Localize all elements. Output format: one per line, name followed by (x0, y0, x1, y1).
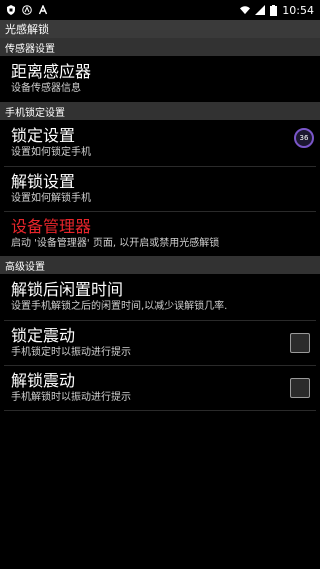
pref-title: 解锁震动 (11, 371, 76, 390)
signal-icon (255, 5, 266, 15)
app-title: 光感解锁 (5, 23, 49, 36)
section-header-advanced: 高级设置 (0, 256, 320, 274)
pref-title: 距离感应器 (11, 62, 92, 81)
pref-summary: 设置如何解锁手机 (11, 193, 91, 204)
status-bar: 10:54 (0, 0, 320, 20)
pref-title: 解锁设置 (11, 172, 76, 191)
pref-unlock-vibrate[interactable]: 解锁震动 手机解锁时以振动进行提示 (0, 366, 320, 410)
status-time: 10:54 (282, 3, 314, 17)
pref-lock-settings[interactable]: 锁定设置 设置如何锁定手机 36 (0, 120, 320, 166)
pref-summary: 启动 '设备管理器' 页面, 以开启或禁用光感解锁 (11, 238, 220, 249)
shield-icon (7, 5, 15, 15)
app-title-bar: 光感解锁 (0, 20, 320, 38)
pref-title: 解锁后闲置时间 (11, 280, 124, 299)
section-header-label: 高级设置 (5, 261, 45, 273)
pref-summary: 设置手机解锁之后的闲置时间,以减少误解锁几率. (11, 301, 228, 312)
unlock-vibrate-checkbox[interactable] (290, 378, 310, 398)
pref-summary: 设备传感器信息 (11, 83, 81, 94)
pref-lock-vibrate[interactable]: 锁定震动 手机锁定时以振动进行提示 (0, 321, 320, 365)
pref-summary: 设置如何锁定手机 (11, 147, 91, 158)
pref-proximity-sensor[interactable]: 距离感应器 设备传感器信息 (0, 56, 320, 102)
a-circle-icon (22, 5, 32, 15)
lock-vibrate-checkbox[interactable] (290, 333, 310, 353)
section-header-label: 传感器设置 (5, 43, 55, 55)
floating-counter-badge[interactable]: 36 (294, 128, 314, 148)
section-header-lock: 手机锁定设置 (0, 102, 320, 120)
pref-title: 锁定设置 (11, 126, 76, 145)
section-header-sensor: 传感器设置 (0, 38, 320, 56)
pref-unlock-settings[interactable]: 解锁设置 设置如何解锁手机 (0, 167, 320, 211)
pref-summary: 手机锁定时以振动进行提示 (11, 347, 131, 358)
divider (4, 410, 316, 411)
battery-icon (270, 4, 278, 16)
wifi-icon (240, 6, 251, 15)
pref-device-admin[interactable]: 设备管理器 启动 '设备管理器' 页面, 以开启或禁用光感解锁 (0, 212, 320, 256)
a-icon (38, 5, 48, 15)
pref-title: 锁定震动 (11, 326, 76, 345)
pref-title: 设备管理器 (11, 217, 92, 236)
section-header-label: 手机锁定设置 (5, 107, 65, 119)
pref-idle-time[interactable]: 解锁后闲置时间 设置手机解锁之后的闲置时间,以减少误解锁几率. (0, 274, 320, 320)
pref-summary: 手机解锁时以振动进行提示 (11, 392, 131, 403)
